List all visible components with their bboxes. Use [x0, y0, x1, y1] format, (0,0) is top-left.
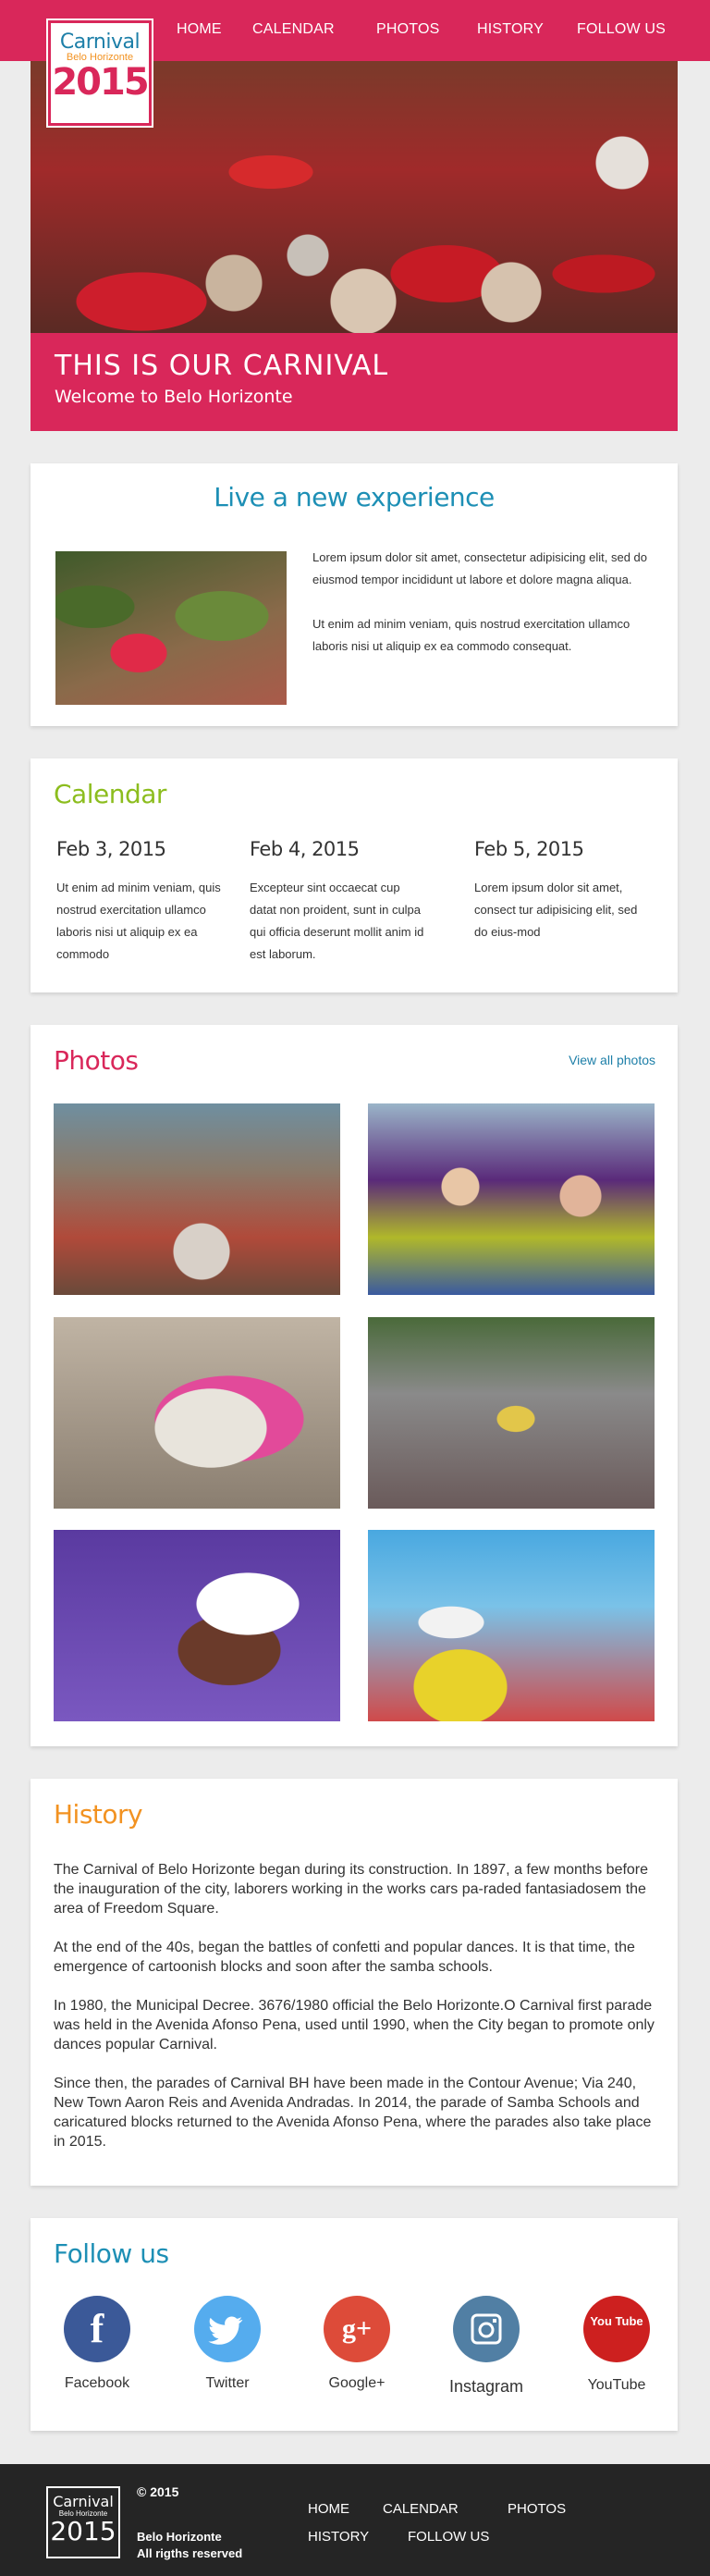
event-description: Excepteur sint occaecat cup datat non pr… — [250, 881, 424, 961]
social-label: Instagram — [448, 2377, 524, 2396]
experience-title: Live a new experience — [214, 482, 495, 512]
calendar-title: Calendar — [54, 779, 166, 809]
google-plus-glyph: g+ — [341, 2313, 373, 2344]
hero-title: THIS IS OUR CARNIVAL — [55, 350, 389, 382]
event-date: Feb 4, 2015 — [250, 838, 360, 860]
event-date: Feb 3, 2015 — [56, 838, 166, 860]
facebook-glyph: f — [90, 2306, 104, 2351]
calendar-event: Feb 4, 2015 Excepteur sint occaecat cup … — [250, 838, 425, 966]
social-facebook[interactable]: f Facebook — [46, 2296, 148, 2392]
instagram-camera-glyph — [471, 2313, 502, 2345]
footer-logo-year: 2015 — [50, 2516, 116, 2546]
photo-crowd-street[interactable] — [54, 1103, 340, 1295]
hero-subtitle: Welcome to Belo Horizonte — [55, 387, 293, 407]
view-all-photos-link[interactable]: View all photos — [569, 1053, 655, 1067]
nav-follow-us[interactable]: FOLLOW US — [577, 21, 666, 38]
twitter-bird-glyph — [208, 2316, 243, 2345]
footer-nav-home[interactable]: HOME — [308, 2501, 349, 2517]
experience-paragraph: Ut enim ad minim veniam, quis nostrud ex… — [312, 617, 630, 653]
history-paragraph: At the end of the 40s, began the battles… — [54, 1940, 635, 1975]
instagram-icon[interactable]: ◙ — [453, 2296, 520, 2362]
history-paragraph: Since then, the parades of Carnival BH h… — [54, 2076, 652, 2150]
photo-street-dancers[interactable] — [368, 1317, 655, 1509]
twitter-icon[interactable]: t — [194, 2296, 261, 2362]
footer-rights: All rigths reserved — [137, 2546, 243, 2560]
nav-photos[interactable]: PHOTOS — [376, 21, 439, 38]
footer: Carnival Belo Horizonte 2015 © 2015 Belo… — [0, 2464, 710, 2576]
history-paragraph: The Carnival of Belo Horizonte began dur… — [54, 1862, 649, 1917]
footer-address: Belo Horizonte All rigths reserved — [137, 2529, 242, 2562]
photo-confetti-party[interactable] — [368, 1530, 655, 1721]
youtube-glyph: You Tube — [590, 2314, 643, 2328]
social-google-plus[interactable]: g+ Google+ — [306, 2296, 408, 2392]
nav-history[interactable]: HISTORY — [477, 21, 544, 38]
photo-costumed-group[interactable] — [368, 1103, 655, 1295]
youtube-icon[interactable]: You Tube — [583, 2296, 650, 2362]
event-description: Lorem ipsum dolor sit amet, consect tur … — [474, 881, 638, 939]
history-section: History The Carnival of Belo Horizonte b… — [31, 1779, 678, 2186]
social-label: YouTube — [587, 2377, 646, 2393]
facebook-icon[interactable]: f — [64, 2296, 130, 2362]
nav-calendar[interactable]: CALENDAR — [252, 21, 335, 38]
nav-home[interactable]: HOME — [177, 21, 222, 38]
experience-section: Live a new experience Lorem ipsum dolor … — [31, 463, 678, 726]
social-label: Twitter — [205, 2375, 250, 2391]
calendar-event: Feb 3, 2015 Ut enim ad minim veniam, qui… — [56, 838, 232, 966]
follow-us-title: Follow us — [54, 2238, 169, 2269]
history-title: History — [54, 1799, 143, 1830]
logo-year: 2015 — [52, 61, 149, 104]
photos-title: Photos — [54, 1045, 139, 1076]
hero-caption-band — [31, 333, 678, 431]
footer-city: Belo Horizonte — [137, 2530, 222, 2544]
social-youtube[interactable]: You Tube YouTube — [566, 2296, 667, 2394]
footer-logo-title: Carnival — [53, 2493, 114, 2510]
photo-laughing-woman[interactable] — [54, 1530, 340, 1721]
experience-dancers-photo — [55, 551, 287, 705]
social-label: Google+ — [328, 2375, 386, 2391]
footer-nav-history[interactable]: HISTORY — [308, 2529, 369, 2545]
history-paragraph: In 1980, the Municipal Decree. 3676/1980… — [54, 1998, 655, 2052]
history-text: The Carnival of Belo Horizonte began dur… — [54, 1860, 659, 2151]
carnival-logo[interactable]: Carnival Belo Horizonte 2015 — [48, 20, 152, 126]
footer-nav-follow-us[interactable]: FOLLOW US — [408, 2529, 489, 2545]
experience-text: Lorem ipsum dolor sit amet, consectetur … — [312, 547, 655, 658]
event-date: Feb 5, 2015 — [474, 838, 584, 860]
footer-nav-calendar[interactable]: CALENDAR — [383, 2501, 459, 2517]
logo-title: Carnival — [59, 31, 141, 54]
social-instagram[interactable]: ◙ Instagram — [435, 2296, 537, 2397]
calendar-section: Calendar Feb 3, 2015 Ut enim ad minim ve… — [31, 758, 678, 992]
calendar-event: Feb 5, 2015 Lorem ipsum dolor sit amet, … — [474, 838, 650, 943]
footer-logo[interactable]: Carnival Belo Horizonte 2015 — [46, 2486, 120, 2558]
photo-dog-with-lei[interactable] — [54, 1317, 340, 1509]
experience-paragraph: Lorem ipsum dolor sit amet, consectetur … — [312, 550, 648, 586]
event-description: Ut enim ad minim veniam, quis nostrud ex… — [56, 881, 221, 961]
google-plus-icon[interactable]: g+ — [324, 2296, 390, 2362]
footer-copyright: © 2015 — [137, 2484, 179, 2499]
photos-section: Photos View all photos — [31, 1025, 678, 1746]
social-twitter[interactable]: t Twitter — [177, 2296, 278, 2392]
social-label: Facebook — [64, 2375, 130, 2391]
footer-nav-photos[interactable]: PHOTOS — [508, 2501, 566, 2517]
follow-us-section: Follow us f Facebook t Twitter g+ Google… — [31, 2218, 678, 2431]
